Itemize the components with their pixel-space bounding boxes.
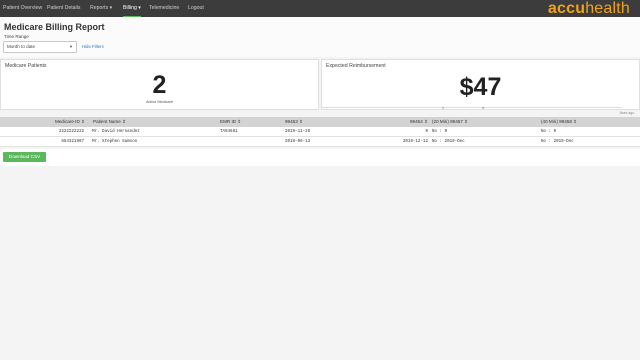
cell-99457: No : 0	[432, 130, 448, 134]
cell-99453: 2019-11-26	[285, 130, 311, 134]
time-range-label: Time Range	[4, 34, 29, 39]
time-range-value: Month to date	[7, 44, 36, 49]
time-range-select[interactable]: Month to date ▼	[3, 41, 77, 53]
expected-reimbursement-title: Expected Reimbursement	[326, 63, 386, 69]
col-99457[interactable]: (20 Min) 99457 ⇕	[432, 117, 468, 127]
nav-patient-overview[interactable]: Patient Overview	[3, 0, 42, 17]
table-footer-area	[0, 149, 640, 166]
reimbursement-axis-line	[322, 107, 622, 108]
cell-99457: No : 2019-Dec	[432, 140, 465, 144]
table-row: 2222222222 Mr. David Hernandez TA94681 2…	[0, 127, 640, 137]
cell-99458: No : 0	[541, 130, 557, 134]
nav-patient-details[interactable]: Patient Details	[47, 0, 80, 17]
chevron-down-icon: ▼	[69, 44, 73, 49]
cell-99453: 2019-06-13	[285, 140, 311, 144]
cell-99454: 2019-12-12	[402, 140, 428, 144]
hide-filters-link[interactable]: Hide Filters	[82, 44, 104, 49]
nav-billing-label: Billing ▾	[123, 5, 141, 11]
reimbursement-tick-1: 1	[442, 106, 444, 110]
medicare-patients-card: Medicare Patients 2 Active Medicare	[0, 59, 319, 110]
nav-logout[interactable]: Logout	[188, 0, 204, 17]
active-patients-caption: Active Medicare	[145, 100, 173, 104]
col-99454[interactable]: 99454 ⇕	[410, 117, 428, 127]
cell-99454: 0	[425, 130, 428, 134]
active-patients-count: 2	[152, 71, 167, 99]
cell-patient-name: Mr. Stephen Samson	[92, 140, 138, 144]
refresh-time-note: 8sec ago	[620, 111, 635, 115]
nav-reports-dropdown[interactable]: Reports ▾	[90, 0, 112, 17]
col-99458[interactable]: (40 Min) 99458 ⇕	[541, 117, 577, 127]
reimbursement-tick-2: 4	[482, 106, 484, 110]
page-title: Medicare Billing Report	[4, 22, 105, 32]
expected-reimbursement-value: $47	[459, 73, 502, 101]
table-row: 654321987 Mr. Stephen Samson 2019-06-13 …	[0, 137, 640, 147]
expected-reimbursement-card: Expected Reimbursement $47 1 4	[321, 59, 640, 110]
cell-medicare-id: 2222222222	[58, 130, 84, 134]
accuhealth-logo: accuhealth	[547, 0, 630, 17]
col-patient-name[interactable]: Patient Name ⇕	[93, 117, 126, 127]
medicare-patients-title: Medicare Patients	[5, 63, 47, 69]
download-csv-button[interactable]: Download CSV	[3, 152, 46, 162]
cell-patient-name: Mr. David Hernandez	[92, 130, 140, 134]
col-99453[interactable]: 99453 ⇕	[285, 117, 303, 127]
cell-emr-id: TA94681	[220, 130, 238, 134]
col-medicare-id[interactable]: Medicare ID ⇕	[55, 117, 85, 127]
nav-telemedicine[interactable]: Telemedicine	[149, 0, 179, 17]
cell-99458: No : 2019-Dec	[541, 140, 574, 144]
table-header: Medicare ID ⇕ Patient Name ⇕ EMR ID ⇕ 99…	[0, 117, 640, 127]
cell-medicare-id: 654321987	[61, 140, 84, 144]
col-emr-id[interactable]: EMR ID ⇕	[220, 117, 241, 127]
nav-billing-dropdown[interactable]: Billing ▾	[123, 0, 141, 17]
top-navigation-bar: Patient Overview Patient Details Reports…	[0, 0, 640, 17]
